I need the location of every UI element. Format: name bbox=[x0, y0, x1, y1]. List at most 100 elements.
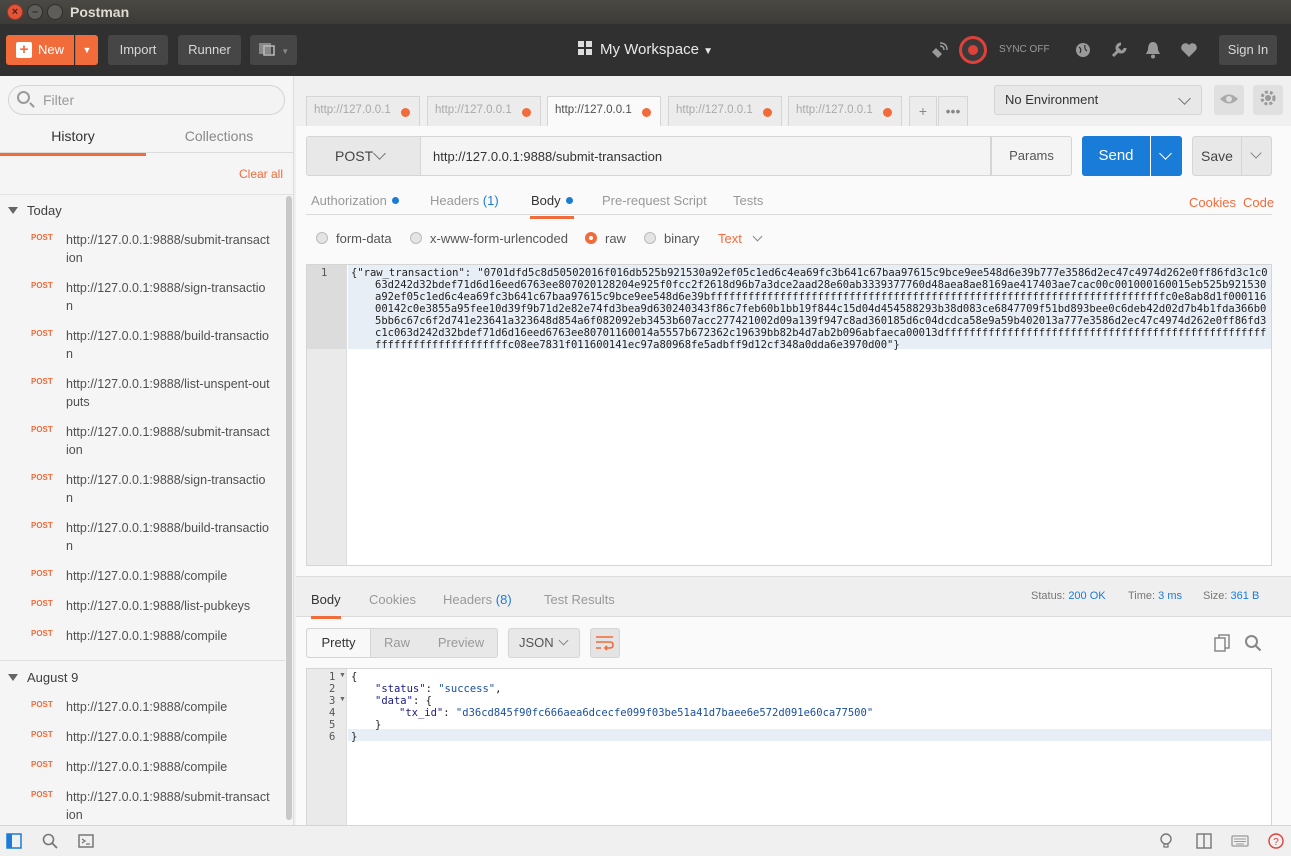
fold-arrow-icon[interactable]: ▼ bbox=[339, 696, 346, 703]
response-body-viewer[interactable]: 1 2 3 4 5 6 ▼ ▼ { "status": "success", "… bbox=[306, 668, 1272, 825]
request-tab[interactable]: http://127.0.0.1 bbox=[788, 96, 902, 126]
body-mode-binary[interactable]: binary bbox=[644, 231, 699, 246]
tab-headers[interactable]: Headers (1) bbox=[430, 193, 499, 208]
wrench-icon[interactable] bbox=[1110, 41, 1128, 59]
chevron-down-icon bbox=[752, 231, 763, 242]
history-group-today[interactable]: Today bbox=[8, 203, 62, 218]
response-tab-headers[interactable]: Headers (8) bbox=[443, 592, 512, 607]
minimize-window-button[interactable]: – bbox=[27, 4, 43, 20]
request-tab-label: http://127.0.0.1 bbox=[796, 104, 873, 116]
response-time: Time: 3 ms bbox=[1128, 590, 1182, 602]
new-label: New bbox=[38, 42, 65, 57]
globe-icon[interactable] bbox=[1075, 42, 1091, 58]
import-button[interactable]: Import bbox=[108, 35, 168, 65]
method-badge: POST bbox=[31, 233, 53, 242]
radio-icon bbox=[644, 232, 656, 244]
request-body-editor[interactable]: 1 {"raw_transaction": "0701dfd5c8d505020… bbox=[306, 264, 1272, 566]
request-tab[interactable]: http://127.0.0.1 bbox=[306, 96, 420, 126]
save-dropdown-caret[interactable] bbox=[1242, 136, 1272, 176]
console-icon[interactable] bbox=[78, 833, 94, 849]
new-tab-button[interactable]: + bbox=[909, 96, 937, 126]
environment-select[interactable]: No Environment bbox=[994, 85, 1202, 115]
save-button[interactable]: Save bbox=[1192, 136, 1242, 176]
request-tab[interactable]: http://127.0.0.1 bbox=[668, 96, 782, 126]
workspace-switcher[interactable]: My Workspace ▼ bbox=[578, 24, 713, 76]
manage-environments-button[interactable] bbox=[1253, 85, 1283, 115]
search-icon[interactable] bbox=[42, 833, 58, 849]
two-pane-icon[interactable] bbox=[1196, 833, 1212, 849]
tab-authorization[interactable]: Authorization bbox=[311, 193, 399, 208]
request-tab-label: http://127.0.0.1 bbox=[555, 104, 632, 116]
send-button[interactable]: Send bbox=[1082, 136, 1150, 176]
keyboard-icon[interactable] bbox=[1231, 833, 1249, 849]
history-url: http://127.0.0.1:9888/list-pubkeys bbox=[66, 599, 251, 613]
history-group-august-9[interactable]: August 9 bbox=[8, 670, 78, 685]
filter-box[interactable] bbox=[8, 85, 285, 115]
filter-input[interactable] bbox=[43, 92, 273, 108]
tab-pre-request-script[interactable]: Pre-request Script bbox=[602, 193, 707, 208]
tab-body[interactable]: Body bbox=[530, 193, 574, 219]
response-tab-test-results[interactable]: Test Results bbox=[544, 592, 615, 607]
request-tab[interactable]: http://127.0.0.1 bbox=[427, 96, 541, 126]
response-tab-cookies[interactable]: Cookies bbox=[369, 592, 416, 607]
response-tab-body[interactable]: Body bbox=[311, 592, 341, 619]
wrap-lines-button[interactable] bbox=[590, 628, 620, 658]
response-size: Size: 361 B bbox=[1203, 590, 1259, 602]
maximize-window-button[interactable] bbox=[47, 4, 63, 20]
help-icon[interactable]: ? bbox=[1268, 833, 1284, 849]
params-button[interactable]: Params bbox=[991, 136, 1072, 176]
heart-icon[interactable] bbox=[1180, 42, 1198, 58]
close-window-button[interactable]: × bbox=[7, 4, 23, 20]
format-preview-button[interactable]: Preview bbox=[423, 629, 499, 657]
request-tab-active[interactable]: http://127.0.0.1 bbox=[547, 96, 661, 127]
response-language-select[interactable]: JSON bbox=[508, 628, 580, 658]
fold-arrow-icon[interactable]: ▼ bbox=[339, 672, 346, 679]
active-line-highlight bbox=[348, 729, 1271, 741]
runner-button[interactable]: Runner bbox=[178, 35, 241, 65]
sidebar-toggle-icon[interactable] bbox=[6, 833, 22, 849]
satellite-icon[interactable] bbox=[930, 42, 948, 60]
json-brace: } bbox=[351, 731, 358, 743]
environment-quick-look-button[interactable] bbox=[1214, 85, 1244, 115]
json-key: "status" bbox=[375, 683, 426, 695]
content-type-label: Text bbox=[718, 231, 742, 246]
method-badge: POST bbox=[31, 521, 53, 530]
search-icon[interactable] bbox=[1244, 634, 1262, 652]
url-input[interactable] bbox=[421, 136, 991, 176]
chevron-down-icon bbox=[373, 147, 386, 160]
body-mode-urlencoded[interactable]: x-www-form-urlencoded bbox=[410, 231, 568, 246]
search-icon bbox=[17, 91, 30, 104]
tab-collections[interactable]: Collections bbox=[146, 128, 292, 153]
lightbulb-icon[interactable] bbox=[1158, 833, 1174, 849]
sync-icon[interactable] bbox=[959, 36, 987, 64]
eye-icon bbox=[1220, 94, 1238, 104]
cookies-link[interactable]: Cookies bbox=[1189, 195, 1236, 210]
chevron-down-icon bbox=[558, 635, 569, 646]
sign-in-button[interactable]: Sign In bbox=[1219, 35, 1277, 65]
format-raw-button[interactable]: Raw bbox=[371, 629, 423, 657]
content-type-select[interactable]: Text bbox=[718, 231, 763, 246]
line-number: 1 bbox=[329, 671, 336, 683]
new-button[interactable]: + New bbox=[6, 35, 74, 65]
request-tab-label: http://127.0.0.1 bbox=[676, 104, 753, 116]
history-url: http://127.0.0.1:9888/compile bbox=[66, 629, 228, 643]
sidebar-scrollbar[interactable] bbox=[286, 196, 292, 820]
format-pretty-button[interactable]: Pretty bbox=[307, 629, 371, 657]
body-mode-raw[interactable]: raw bbox=[585, 231, 626, 246]
response-format-group: Pretty Raw Preview bbox=[306, 628, 498, 658]
tab-tests[interactable]: Tests bbox=[733, 193, 763, 208]
code-link[interactable]: Code bbox=[1243, 195, 1274, 210]
body-mode-form-data[interactable]: form-data bbox=[316, 231, 392, 246]
copy-icon[interactable] bbox=[1214, 634, 1230, 652]
builder-button[interactable]: ▼ bbox=[250, 35, 297, 65]
method-badge: POST bbox=[31, 425, 53, 434]
new-dropdown-caret[interactable]: ▼ bbox=[75, 35, 98, 65]
indicator-dot-icon bbox=[565, 197, 573, 204]
more-tabs-button[interactable]: ••• bbox=[938, 96, 968, 126]
unsaved-dot-icon bbox=[763, 108, 772, 117]
method-select[interactable]: POST bbox=[306, 136, 421, 176]
clear-all-link[interactable]: Clear all bbox=[239, 167, 283, 181]
bell-icon[interactable] bbox=[1145, 41, 1161, 59]
method-badge: POST bbox=[31, 599, 53, 608]
send-dropdown-caret[interactable] bbox=[1151, 136, 1182, 176]
